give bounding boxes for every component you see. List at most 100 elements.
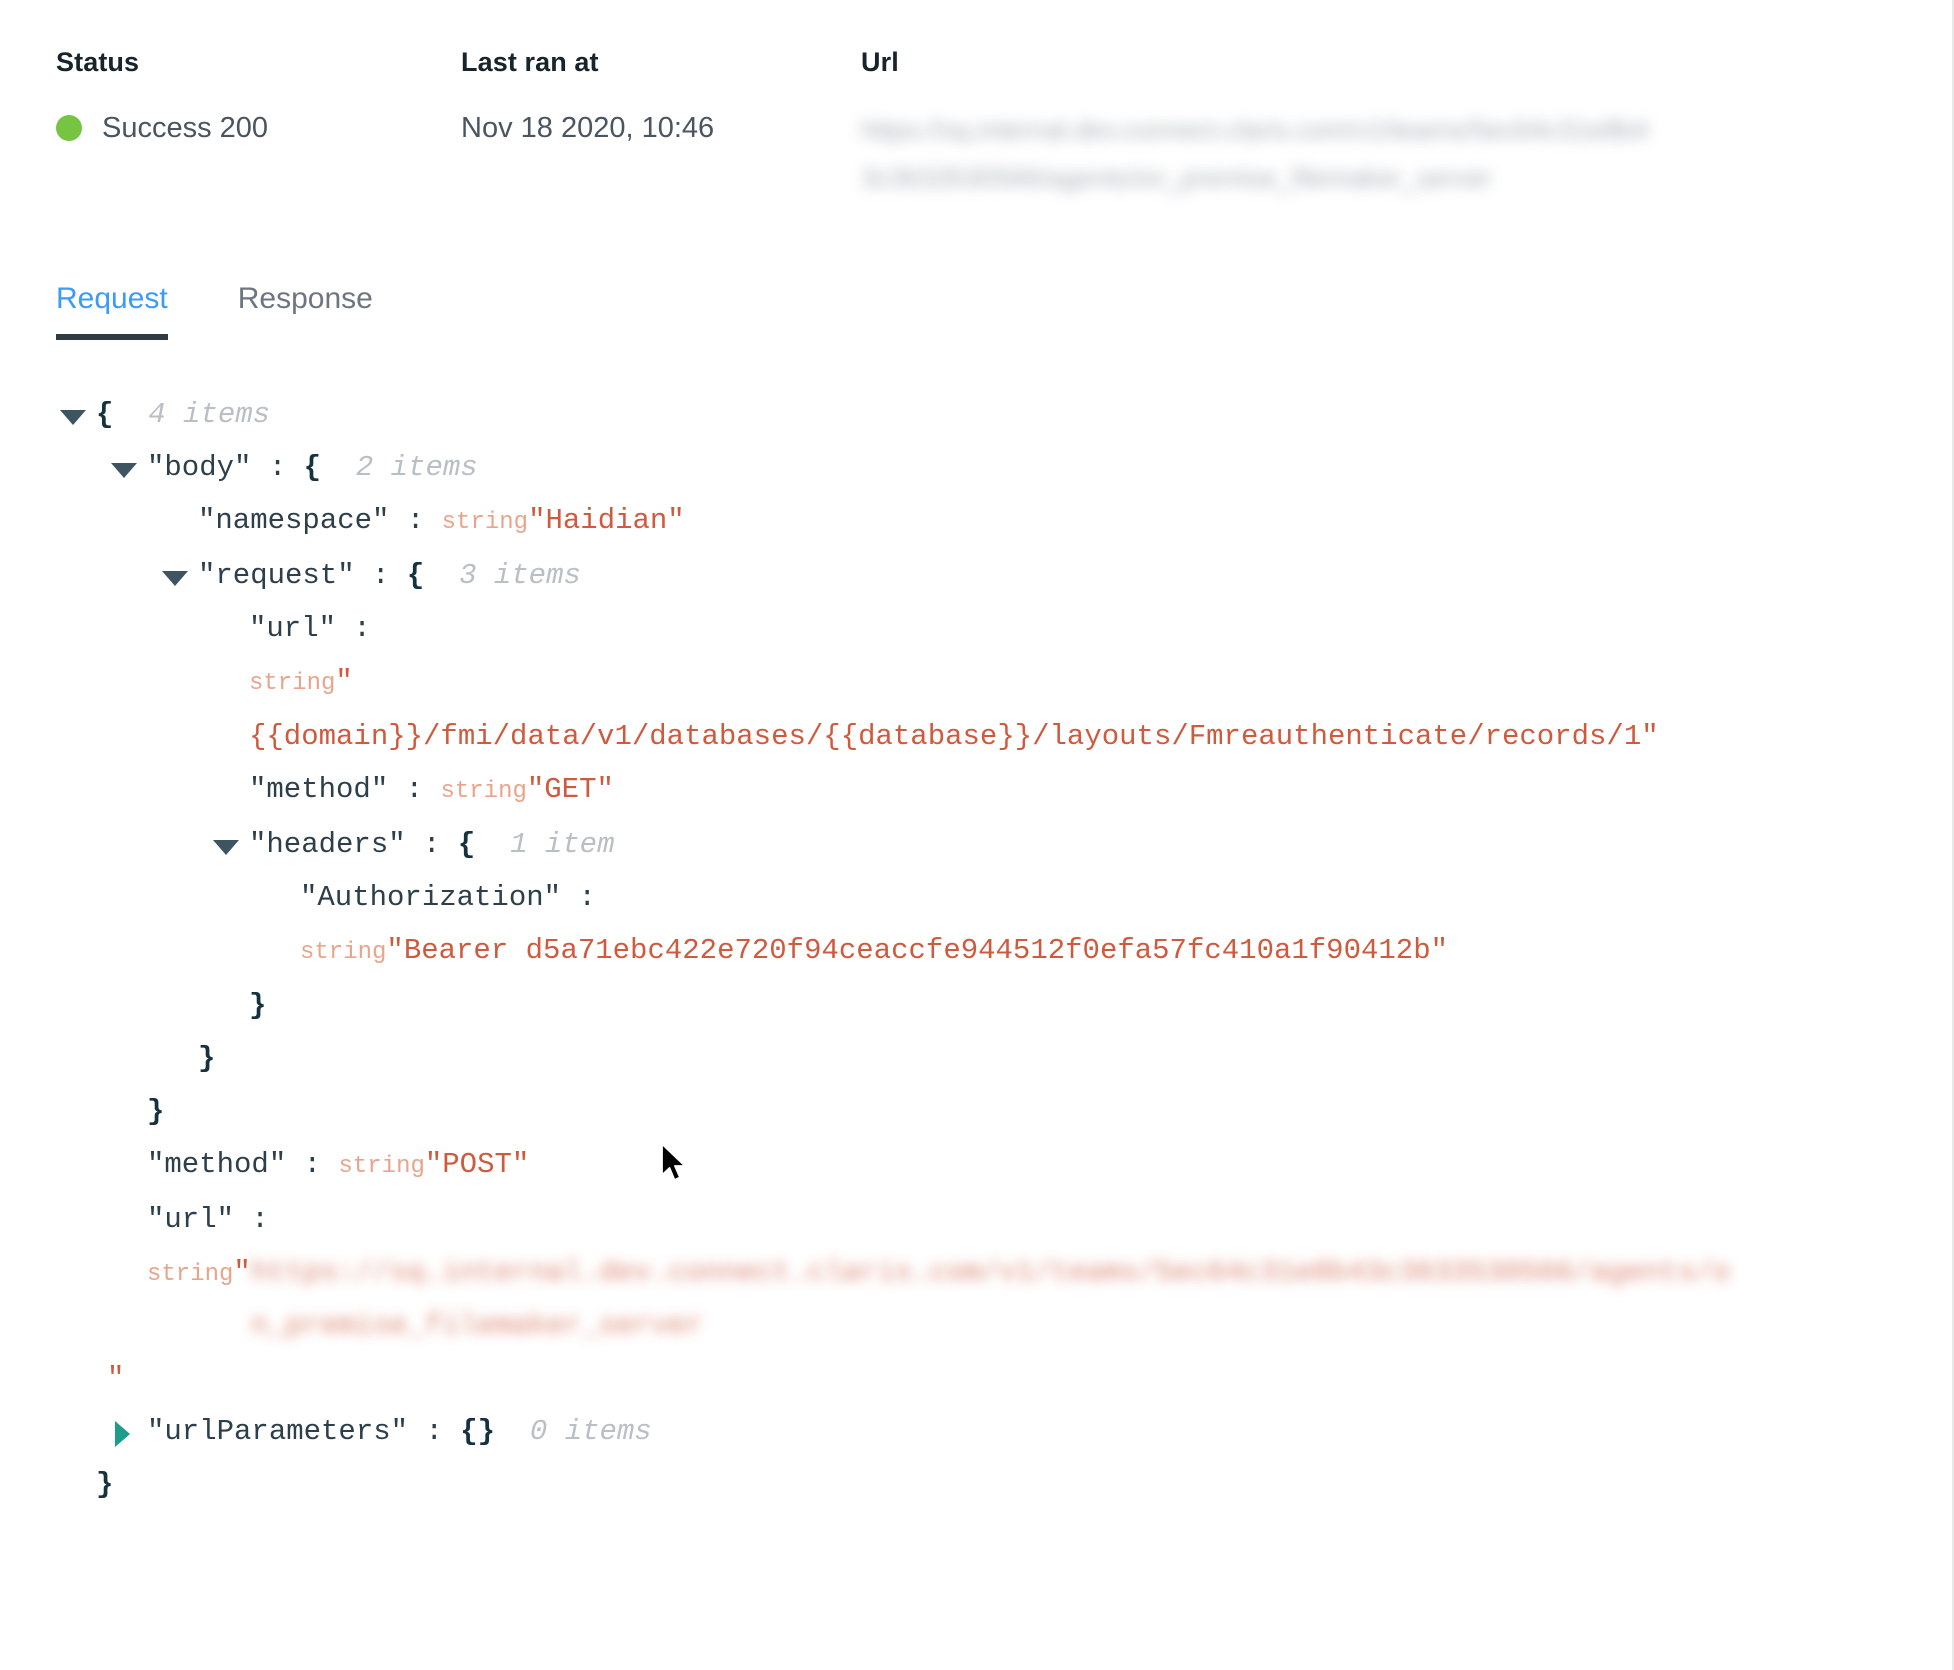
status-value-row: Success 200 bbox=[56, 111, 461, 145]
request-detail-panel: Status Success 200 Last ran at Nov 18 20… bbox=[0, 0, 1954, 1670]
value-inner-method: "GET" bbox=[526, 773, 614, 806]
body-item-count: 2 items bbox=[321, 451, 478, 484]
json-row-inner-url-type: string " bbox=[56, 655, 1952, 710]
colon: : bbox=[286, 1148, 339, 1181]
open-brace: { bbox=[303, 451, 322, 484]
value-method: "POST" bbox=[424, 1148, 530, 1181]
no-chevron bbox=[260, 924, 300, 977]
json-row-url-key: "url" : bbox=[56, 1193, 1952, 1246]
summary-header: Status Success 200 Last ran at Nov 18 20… bbox=[0, 0, 1952, 202]
close-brace: } bbox=[249, 989, 267, 1022]
colon: : bbox=[251, 451, 304, 484]
tab-bar: Request Response bbox=[0, 282, 1952, 340]
chevron-down-icon[interactable] bbox=[158, 549, 198, 602]
colon: : bbox=[388, 773, 441, 806]
json-row-url-value: string " https://sq.internal.dev.connect… bbox=[56, 1246, 1952, 1405]
json-row-inner-url-value: {{domain}}/fmi/data/v1/databases/{{datab… bbox=[56, 710, 1952, 763]
json-row-body: "body" : { 2 items bbox=[56, 441, 1952, 494]
value-url-redacted: https://sq.internal.dev.connect.claris.c… bbox=[250, 1256, 1731, 1342]
colon: : bbox=[354, 559, 407, 592]
last-ran-column: Last ran at Nov 18 2020, 10:46 bbox=[461, 46, 861, 202]
key-authorization: "Authorization" bbox=[300, 881, 562, 914]
json-row-request: "request" : { 3 items bbox=[56, 549, 1952, 602]
value-namespace: "Haidian" bbox=[528, 504, 685, 537]
json-row-authorization-value: string "Bearer d5a71ebc422e720f94ceaccfe… bbox=[56, 924, 1952, 979]
no-chevron bbox=[107, 1085, 147, 1138]
json-row-method: "method" : string "POST" bbox=[56, 1138, 1952, 1193]
colon: : bbox=[405, 828, 458, 861]
json-row-inner-method: "method" : string "GET" bbox=[56, 763, 1952, 818]
colon: : bbox=[234, 1203, 287, 1236]
key-request: "request" bbox=[198, 559, 355, 592]
open-quote: " bbox=[233, 1256, 251, 1289]
type-label-string: string bbox=[300, 939, 387, 966]
chevron-down-icon[interactable] bbox=[209, 818, 249, 871]
root-item-count: 4 items bbox=[113, 398, 271, 431]
type-label-string: string bbox=[147, 1261, 234, 1288]
empty-braces: {} bbox=[460, 1415, 496, 1448]
close-brace: } bbox=[147, 1095, 165, 1128]
json-row-close-headers: } bbox=[56, 979, 1952, 1032]
root-open-brace: { bbox=[96, 398, 114, 431]
url-label: Url bbox=[861, 47, 899, 77]
key-headers: "headers" bbox=[249, 828, 406, 861]
no-chevron bbox=[107, 1138, 147, 1191]
no-chevron bbox=[209, 602, 249, 655]
type-label-string: string bbox=[440, 778, 527, 805]
json-row-root: { 4 items bbox=[56, 388, 1952, 441]
json-tree-viewer: { 4 items "body" : { 2 items "namespace"… bbox=[0, 388, 1952, 1511]
no-chevron bbox=[107, 1193, 147, 1246]
status-dot-icon bbox=[56, 115, 82, 141]
no-chevron bbox=[158, 494, 198, 547]
key-urlparameters: "urlParameters" bbox=[147, 1415, 409, 1448]
chevron-right-icon[interactable] bbox=[107, 1405, 147, 1458]
json-row-close-request: } bbox=[56, 1032, 1952, 1085]
chevron-down-icon[interactable] bbox=[107, 441, 147, 494]
open-brace: { bbox=[457, 828, 476, 861]
key-method: "method" bbox=[147, 1148, 287, 1181]
value-authorization: "Bearer d5a71ebc422e720f94ceaccfe944512f… bbox=[386, 934, 1448, 967]
key-inner-url: "url" bbox=[249, 612, 337, 645]
json-row-authorization-key: "Authorization" : bbox=[56, 871, 1952, 924]
no-chevron bbox=[209, 763, 249, 816]
type-label-string: string bbox=[441, 509, 529, 536]
key-inner-method: "method" bbox=[249, 773, 389, 806]
colon: : bbox=[389, 504, 442, 537]
no-chevron bbox=[209, 979, 249, 1032]
colon: : bbox=[408, 1415, 461, 1448]
headers-item-count: 1 item bbox=[475, 828, 615, 861]
chevron-down-icon[interactable] bbox=[56, 388, 96, 441]
root-close-brace: } bbox=[96, 1468, 114, 1501]
status-value: Success 200 bbox=[102, 112, 269, 144]
key-namespace: "namespace" bbox=[198, 504, 390, 537]
type-label-string: string bbox=[338, 1153, 425, 1180]
last-ran-label: Last ran at bbox=[461, 47, 599, 77]
key-body: "body" bbox=[147, 451, 252, 484]
status-column: Status Success 200 bbox=[56, 46, 461, 202]
json-row-inner-url-key: "url" : bbox=[56, 602, 1952, 655]
type-label-string: string bbox=[249, 670, 336, 697]
last-ran-value: Nov 18 2020, 10:46 bbox=[461, 112, 715, 144]
open-brace: { bbox=[406, 559, 425, 592]
json-row-close-root: } bbox=[56, 1458, 1952, 1511]
close-brace: } bbox=[198, 1042, 216, 1075]
json-row-headers: "headers" : { 1 item bbox=[56, 818, 1952, 871]
json-row-urlparameters: "urlParameters" : {} 0 items bbox=[56, 1405, 1952, 1458]
colon: : bbox=[561, 881, 614, 914]
no-chevron bbox=[56, 1458, 96, 1511]
url-column: Url https://sq.internal.dev.connect.clar… bbox=[861, 46, 1881, 202]
no-chevron bbox=[158, 1032, 198, 1085]
status-label: Status bbox=[56, 47, 140, 77]
open-quote: " bbox=[335, 665, 353, 698]
value-inner-url: {{domain}}/fmi/data/v1/databases/{{datab… bbox=[249, 720, 1659, 753]
tab-response[interactable]: Response bbox=[238, 282, 373, 340]
no-chevron bbox=[209, 710, 249, 763]
urlparameters-item-count: 0 items bbox=[495, 1415, 652, 1448]
key-url: "url" bbox=[147, 1203, 235, 1236]
no-chevron bbox=[107, 1246, 147, 1299]
json-row-namespace: "namespace" : string "Haidian" bbox=[56, 494, 1952, 549]
no-chevron bbox=[260, 871, 300, 924]
tab-request[interactable]: Request bbox=[56, 282, 168, 340]
close-quote: " bbox=[107, 1362, 125, 1395]
url-value-redacted: https://sq.internal.dev.connect.claris.c… bbox=[861, 115, 1649, 193]
